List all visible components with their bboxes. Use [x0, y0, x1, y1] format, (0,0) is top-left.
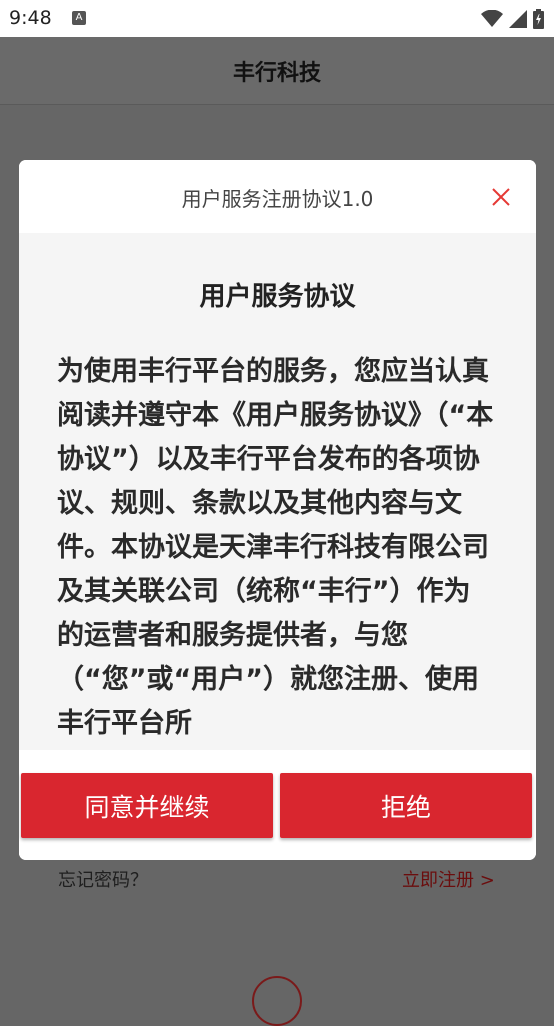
status-icons: [481, 8, 544, 30]
app-header: 丰行科技: [0, 37, 554, 105]
notification-icon: A: [72, 11, 86, 25]
register-link[interactable]: 立即注册 >: [402, 866, 495, 892]
bottom-circle-button[interactable]: [252, 976, 302, 1026]
page-title: 丰行科技: [232, 61, 321, 86]
signal-icon: [509, 10, 527, 28]
agreement-dialog: 用户服务注册协议1.0 用户服务协议 为使用丰行平台的服务，您应当认真阅读并遵守…: [19, 160, 536, 860]
agreement-text: 为使用丰行平台的服务，您应当认真阅读并遵守本《用户服务协议》（“本协议”）以及丰…: [57, 356, 494, 739]
dialog-footer: 同意并继续 拒绝: [19, 750, 536, 860]
status-time: 9:48: [9, 7, 52, 29]
battery-icon: [533, 9, 544, 29]
wifi-icon: [481, 10, 503, 27]
agreement-heading: 用户服务协议: [199, 282, 356, 312]
reject-button[interactable]: 拒绝: [280, 773, 532, 838]
dialog-title: 用户服务注册协议1.0: [181, 187, 374, 211]
status-bar: 9:48 A: [0, 0, 554, 37]
close-icon: [492, 188, 510, 206]
agreement-scroll-area[interactable]: 用户服务协议 为使用丰行平台的服务，您应当认真阅读并遵守本《用户服务协议》（“本…: [19, 233, 536, 750]
forgot-password-link[interactable]: 忘记密码？: [58, 866, 148, 892]
agree-button[interactable]: 同意并继续: [21, 773, 273, 838]
dialog-header: 用户服务注册协议1.0: [19, 160, 536, 233]
close-button[interactable]: [484, 180, 518, 214]
